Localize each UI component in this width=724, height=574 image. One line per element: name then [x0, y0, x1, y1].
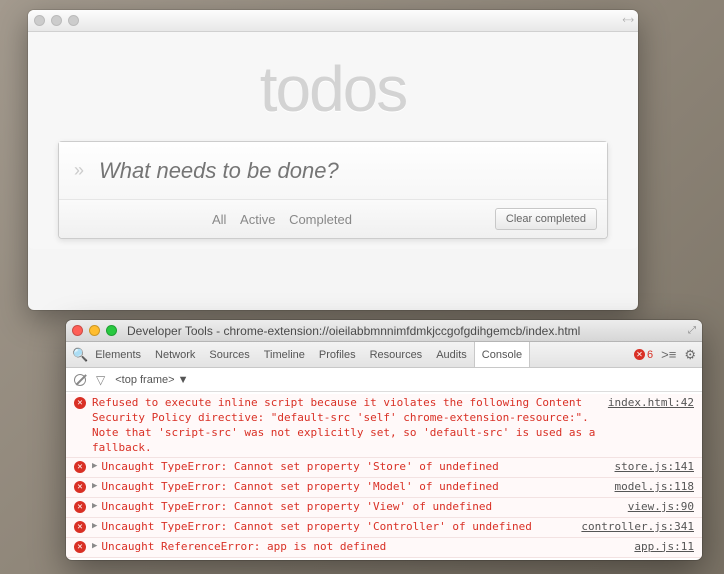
- app-titlebar[interactable]: ⤢: [28, 10, 638, 32]
- page-title: todos: [58, 52, 608, 126]
- zoom-icon[interactable]: [106, 325, 117, 336]
- search-icon[interactable]: 🔍: [72, 347, 88, 363]
- error-message: Uncaught TypeError: Cannot set property …: [101, 480, 606, 495]
- tab-audits[interactable]: Audits: [429, 342, 474, 367]
- error-icon: ✕: [74, 461, 86, 473]
- close-icon[interactable]: [72, 325, 83, 336]
- filter-active[interactable]: Active: [240, 212, 275, 227]
- toggle-all-icon[interactable]: »: [59, 160, 99, 181]
- expand-arrow-icon[interactable]: ▶: [92, 461, 97, 471]
- error-message: Refused to execute inline script because…: [92, 396, 600, 455]
- tab-profiles[interactable]: Profiles: [312, 342, 363, 367]
- error-icon: ✕: [74, 397, 86, 409]
- error-icon: ✕: [634, 349, 645, 360]
- window-min-dot[interactable]: [51, 15, 62, 26]
- error-source-link[interactable]: store.js:141: [615, 460, 694, 473]
- fullscreen-icon[interactable]: ⤢: [688, 325, 696, 336]
- console-prompt[interactable]: >: [66, 558, 702, 560]
- new-todo-input[interactable]: [99, 148, 607, 194]
- error-message: Uncaught ReferenceError: app is not defi…: [101, 540, 626, 555]
- console-error-row[interactable]: ✕ Refused to execute inline script becaus…: [66, 394, 702, 458]
- error-source-link[interactable]: controller.js:341: [581, 520, 694, 533]
- filter-completed[interactable]: Completed: [289, 212, 352, 227]
- expand-arrow-icon[interactable]: ▶: [92, 481, 97, 491]
- console-error-row[interactable]: ✕ ▶ Uncaught ReferenceError: app is not de…: [66, 538, 702, 558]
- error-source-link[interactable]: view.js:90: [628, 500, 694, 513]
- error-source-link[interactable]: index.html:42: [608, 396, 694, 409]
- filter-icon[interactable]: ▽: [96, 373, 105, 387]
- console-error-row[interactable]: ✕ ▶ Uncaught TypeError: Cannot set propert…: [66, 518, 702, 538]
- error-count: 6: [647, 349, 653, 361]
- fullscreen-icon[interactable]: ⤢: [620, 13, 635, 28]
- clear-console-icon[interactable]: [74, 374, 86, 386]
- clear-completed-button[interactable]: Clear completed: [495, 208, 597, 230]
- window-max-dot[interactable]: [68, 15, 79, 26]
- window-close-dot[interactable]: [34, 15, 45, 26]
- error-icon: ✕: [74, 481, 86, 493]
- devtools-tabs: 🔍 Elements Network Sources Timeline Prof…: [66, 342, 702, 368]
- expand-arrow-icon[interactable]: ▶: [92, 521, 97, 531]
- window-controls[interactable]: [72, 325, 117, 336]
- error-message: Uncaught TypeError: Cannot set property …: [101, 460, 606, 475]
- tab-console[interactable]: Console: [474, 342, 530, 367]
- filter-all[interactable]: All: [212, 212, 226, 227]
- devtools-titlebar[interactable]: Developer Tools - chrome-extension://oie…: [66, 320, 702, 342]
- drawer-toggle-icon[interactable]: >≡: [661, 347, 676, 362]
- error-message: Uncaught TypeError: Cannot set property …: [101, 520, 573, 535]
- tab-elements[interactable]: Elements: [88, 342, 148, 367]
- todo-card: » All Active Completed Clear completed: [58, 141, 608, 239]
- error-count-badge[interactable]: ✕ 6: [634, 349, 653, 361]
- tab-sources[interactable]: Sources: [202, 342, 256, 367]
- app-body: todos » All Active Completed Clear compl…: [28, 32, 638, 249]
- devtools-title: Developer Tools - chrome-extension://oie…: [127, 324, 682, 338]
- console-toolbar: ▽ <top frame> ▼: [66, 368, 702, 392]
- gear-icon[interactable]: ⚙: [684, 347, 696, 363]
- console-error-row[interactable]: ✕ ▶ Uncaught TypeError: Cannot set propert…: [66, 478, 702, 498]
- error-source-link[interactable]: model.js:118: [615, 480, 694, 493]
- frame-selector[interactable]: <top frame> ▼: [115, 374, 188, 386]
- minimize-icon[interactable]: [89, 325, 100, 336]
- console-output: ✕ Refused to execute inline script becaus…: [66, 392, 702, 560]
- expand-arrow-icon[interactable]: ▶: [92, 541, 97, 551]
- tab-network[interactable]: Network: [148, 342, 202, 367]
- tab-timeline[interactable]: Timeline: [257, 342, 312, 367]
- window-controls[interactable]: [34, 15, 79, 26]
- console-error-row[interactable]: ✕ ▶ Uncaught TypeError: Cannot set propert…: [66, 458, 702, 478]
- devtools-window: Developer Tools - chrome-extension://oie…: [66, 320, 702, 560]
- error-source-link[interactable]: app.js:11: [634, 540, 694, 553]
- error-icon: ✕: [74, 521, 86, 533]
- todo-footer: All Active Completed Clear completed: [59, 200, 607, 238]
- expand-arrow-icon[interactable]: ▶: [92, 501, 97, 511]
- filter-group: All Active Completed: [69, 212, 495, 227]
- error-icon: ✕: [74, 501, 86, 513]
- console-error-row[interactable]: ✕ ▶ Uncaught TypeError: Cannot set propert…: [66, 498, 702, 518]
- tab-resources[interactable]: Resources: [363, 342, 430, 367]
- error-message: Uncaught TypeError: Cannot set property …: [101, 500, 619, 515]
- app-window: ⤢ todos » All Active Completed Clear com…: [28, 10, 638, 310]
- todo-input-row: »: [59, 142, 607, 200]
- error-icon: ✕: [74, 541, 86, 553]
